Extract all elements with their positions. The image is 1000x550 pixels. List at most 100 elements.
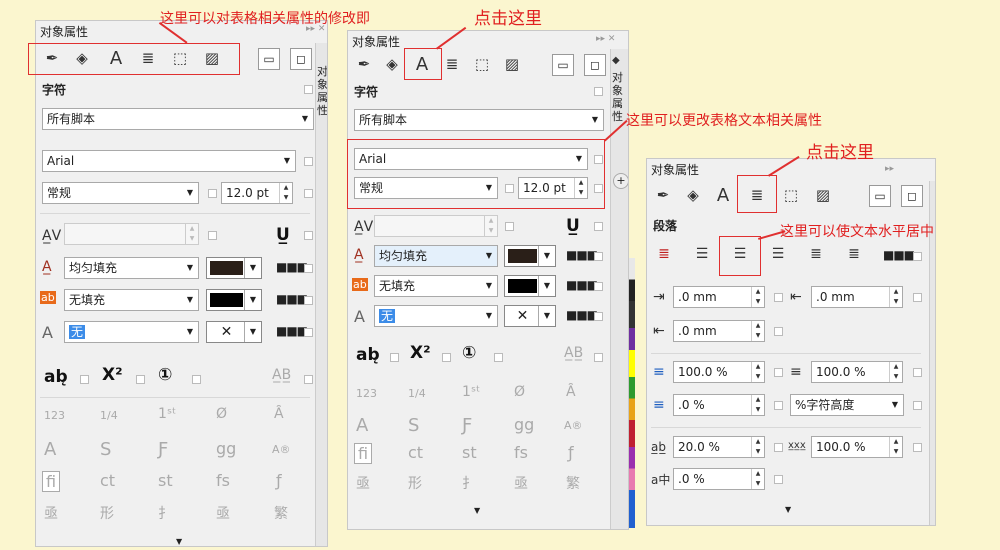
space-before-spinner[interactable]: 100.0 % ▲ ▼ bbox=[673, 361, 765, 383]
swash-f-icon[interactable]: Ƒ bbox=[158, 439, 168, 460]
options-icon[interactable]: ◻ bbox=[901, 185, 923, 207]
space-after-spinner[interactable]: 100.0 % ▲ ▼ bbox=[811, 361, 903, 383]
caps-checkbox[interactable] bbox=[304, 375, 313, 384]
ligature-ct-icon[interactable]: ct bbox=[100, 471, 115, 490]
side-tab[interactable]: 对象属性 bbox=[315, 43, 327, 546]
ligature-st-icon[interactable]: st bbox=[158, 471, 173, 490]
ligature-fs-icon[interactable]: fs bbox=[514, 443, 528, 462]
ordinal-st-icon[interactable]: 1ˢᵗ bbox=[158, 406, 176, 422]
slashed-zero-icon[interactable]: Ø bbox=[216, 406, 227, 422]
lang-spacing-checkbox[interactable] bbox=[774, 475, 783, 484]
cjk-form-icon[interactable]: 形 bbox=[100, 503, 114, 523]
cjk-glyph-icon[interactable]: 亟 bbox=[514, 473, 528, 493]
word-spacing-spinner[interactable]: 100.0 % ▲ ▼ bbox=[811, 436, 903, 458]
cjk-glyph-icon[interactable]: 亟 bbox=[356, 473, 370, 493]
subscript-icon[interactable]: ab̨ bbox=[44, 367, 68, 387]
more-icon[interactable]: ■■■ bbox=[276, 324, 308, 338]
circled-number-icon[interactable]: ① bbox=[462, 343, 476, 363]
image-icon[interactable]: ▨ bbox=[811, 183, 835, 207]
kerning-checkbox[interactable] bbox=[505, 222, 514, 231]
window-icon[interactable]: ▭ bbox=[552, 54, 574, 76]
line-unit-dropdown[interactable]: %字符高度 ▼ bbox=[790, 394, 904, 416]
char-spacing-spinner[interactable]: 20.0 % ▲ ▼ bbox=[673, 436, 765, 458]
ligature-ct-icon[interactable]: ct bbox=[408, 443, 423, 462]
force-justify-icon[interactable]: ≣ bbox=[843, 243, 865, 265]
window-icon[interactable]: ▭ bbox=[258, 48, 280, 70]
kerning-spinner[interactable]: ▲ ▼ bbox=[64, 223, 199, 245]
swash-a-icon[interactable]: A bbox=[44, 439, 56, 460]
outline-pen-icon[interactable]: ✒ bbox=[352, 52, 376, 76]
frame-icon[interactable]: ⬚ bbox=[470, 52, 494, 76]
line-spacing-checkbox[interactable] bbox=[774, 401, 783, 410]
space-before-checkbox[interactable] bbox=[774, 368, 783, 377]
circle-checkbox[interactable] bbox=[192, 375, 201, 384]
underline-checkbox[interactable] bbox=[594, 222, 603, 231]
image-icon[interactable]: ▨ bbox=[500, 52, 524, 76]
italic-f-icon[interactable]: ƒ bbox=[568, 443, 574, 462]
frame-icon[interactable]: ⬚ bbox=[779, 183, 803, 207]
left-indent-checkbox[interactable] bbox=[913, 293, 922, 302]
outline-checkbox[interactable] bbox=[594, 312, 603, 321]
style-checkbox[interactable] bbox=[208, 189, 217, 198]
smallcaps-icon[interactable]: A̲B̲ bbox=[564, 345, 583, 361]
line-unit-checkbox[interactable] bbox=[913, 401, 922, 410]
color-palette[interactable] bbox=[629, 258, 635, 528]
first-indent-checkbox[interactable] bbox=[774, 293, 783, 302]
cjk-traditional-icon[interactable]: 繁 bbox=[566, 473, 580, 493]
outline-pen-icon[interactable]: ✒ bbox=[651, 183, 675, 207]
swash-s-icon[interactable]: S bbox=[408, 415, 419, 436]
gg-icon[interactable]: gg bbox=[514, 415, 534, 434]
more-icon[interactable]: ■■■ bbox=[276, 260, 308, 274]
more-icon[interactable]: ■■■ bbox=[276, 292, 308, 306]
ligature-fi-icon[interactable]: fi bbox=[42, 471, 61, 492]
section-checkbox[interactable] bbox=[594, 87, 603, 96]
fill-checkbox[interactable] bbox=[594, 252, 603, 261]
fill-color-swatch[interactable]: ▼ bbox=[206, 257, 262, 279]
options-icon[interactable]: ◻ bbox=[584, 54, 606, 76]
character-icon[interactable]: A bbox=[711, 183, 735, 207]
underline-checkbox[interactable] bbox=[304, 231, 313, 240]
cjk-form-icon[interactable]: 形 bbox=[408, 473, 422, 493]
sub-checkbox[interactable] bbox=[80, 375, 89, 384]
underline-icon[interactable]: U̲ bbox=[566, 216, 580, 236]
swash-f-icon[interactable]: Ƒ bbox=[462, 415, 472, 436]
word-spacing-checkbox[interactable] bbox=[913, 443, 922, 452]
cjk-glyph-icon[interactable]: 亟 bbox=[44, 503, 58, 523]
style-dropdown[interactable]: 常规 ▼ bbox=[42, 182, 199, 204]
ligature-fs-icon[interactable]: fs bbox=[216, 471, 230, 490]
bg-fill-dropdown[interactable]: 无填充 ▼ bbox=[64, 289, 199, 311]
gg-icon[interactable]: gg bbox=[216, 439, 236, 458]
font-dropdown[interactable]: Arial ▼ bbox=[42, 150, 296, 172]
more-icon[interactable]: ■■■ bbox=[883, 248, 915, 262]
script-dropdown[interactable]: 所有脚本 ▼ bbox=[354, 109, 604, 131]
more-icon[interactable]: ■■■ bbox=[566, 278, 598, 292]
circled-number-icon[interactable]: ① bbox=[158, 365, 172, 385]
super-checkbox[interactable] bbox=[442, 353, 451, 362]
section-checkbox[interactable] bbox=[304, 85, 313, 94]
expand-arrow-icon[interactable]: ▼ bbox=[785, 505, 791, 514]
left-indent-spinner[interactable]: .0 mm ▲ ▼ bbox=[811, 286, 903, 308]
cjk-traditional-icon[interactable]: 繁 bbox=[274, 503, 288, 523]
align-checkbox[interactable] bbox=[913, 252, 922, 261]
justify-icon[interactable]: ≣ bbox=[805, 243, 827, 265]
expand-arrow-icon[interactable]: ▼ bbox=[474, 506, 480, 515]
expand-arrow-icon[interactable]: ▼ bbox=[176, 537, 182, 546]
ligature-st-icon[interactable]: st bbox=[462, 443, 477, 462]
ordinal-st-icon[interactable]: 1ˢᵗ bbox=[462, 384, 480, 400]
ligature-fi-icon[interactable]: fi bbox=[354, 443, 373, 464]
swash-s-icon[interactable]: S bbox=[100, 439, 111, 460]
accent-icon[interactable]: Ȃ bbox=[274, 406, 284, 422]
cjk-variant-icon[interactable]: ⺘ bbox=[158, 503, 172, 523]
fraction-icon[interactable]: 1/4 bbox=[408, 387, 426, 400]
circled-a-icon[interactable]: A® bbox=[272, 443, 291, 456]
fill-bucket-icon[interactable]: ◈ bbox=[681, 183, 705, 207]
bg-color-swatch[interactable]: ▼ bbox=[206, 289, 262, 311]
script-dropdown[interactable]: 所有脚本 ▼ bbox=[42, 108, 314, 130]
fill-color-swatch[interactable]: ▼ bbox=[504, 245, 556, 267]
outline-dropdown[interactable]: 无 ▼ bbox=[374, 305, 498, 327]
subscript-icon[interactable]: ab̨ bbox=[356, 345, 380, 365]
right-indent-checkbox[interactable] bbox=[774, 327, 783, 336]
underline-icon[interactable]: U̲ bbox=[276, 225, 290, 245]
collapse-icon[interactable]: ▸▸ ✕ bbox=[596, 34, 615, 44]
accent-icon[interactable]: Ȃ bbox=[566, 384, 576, 400]
